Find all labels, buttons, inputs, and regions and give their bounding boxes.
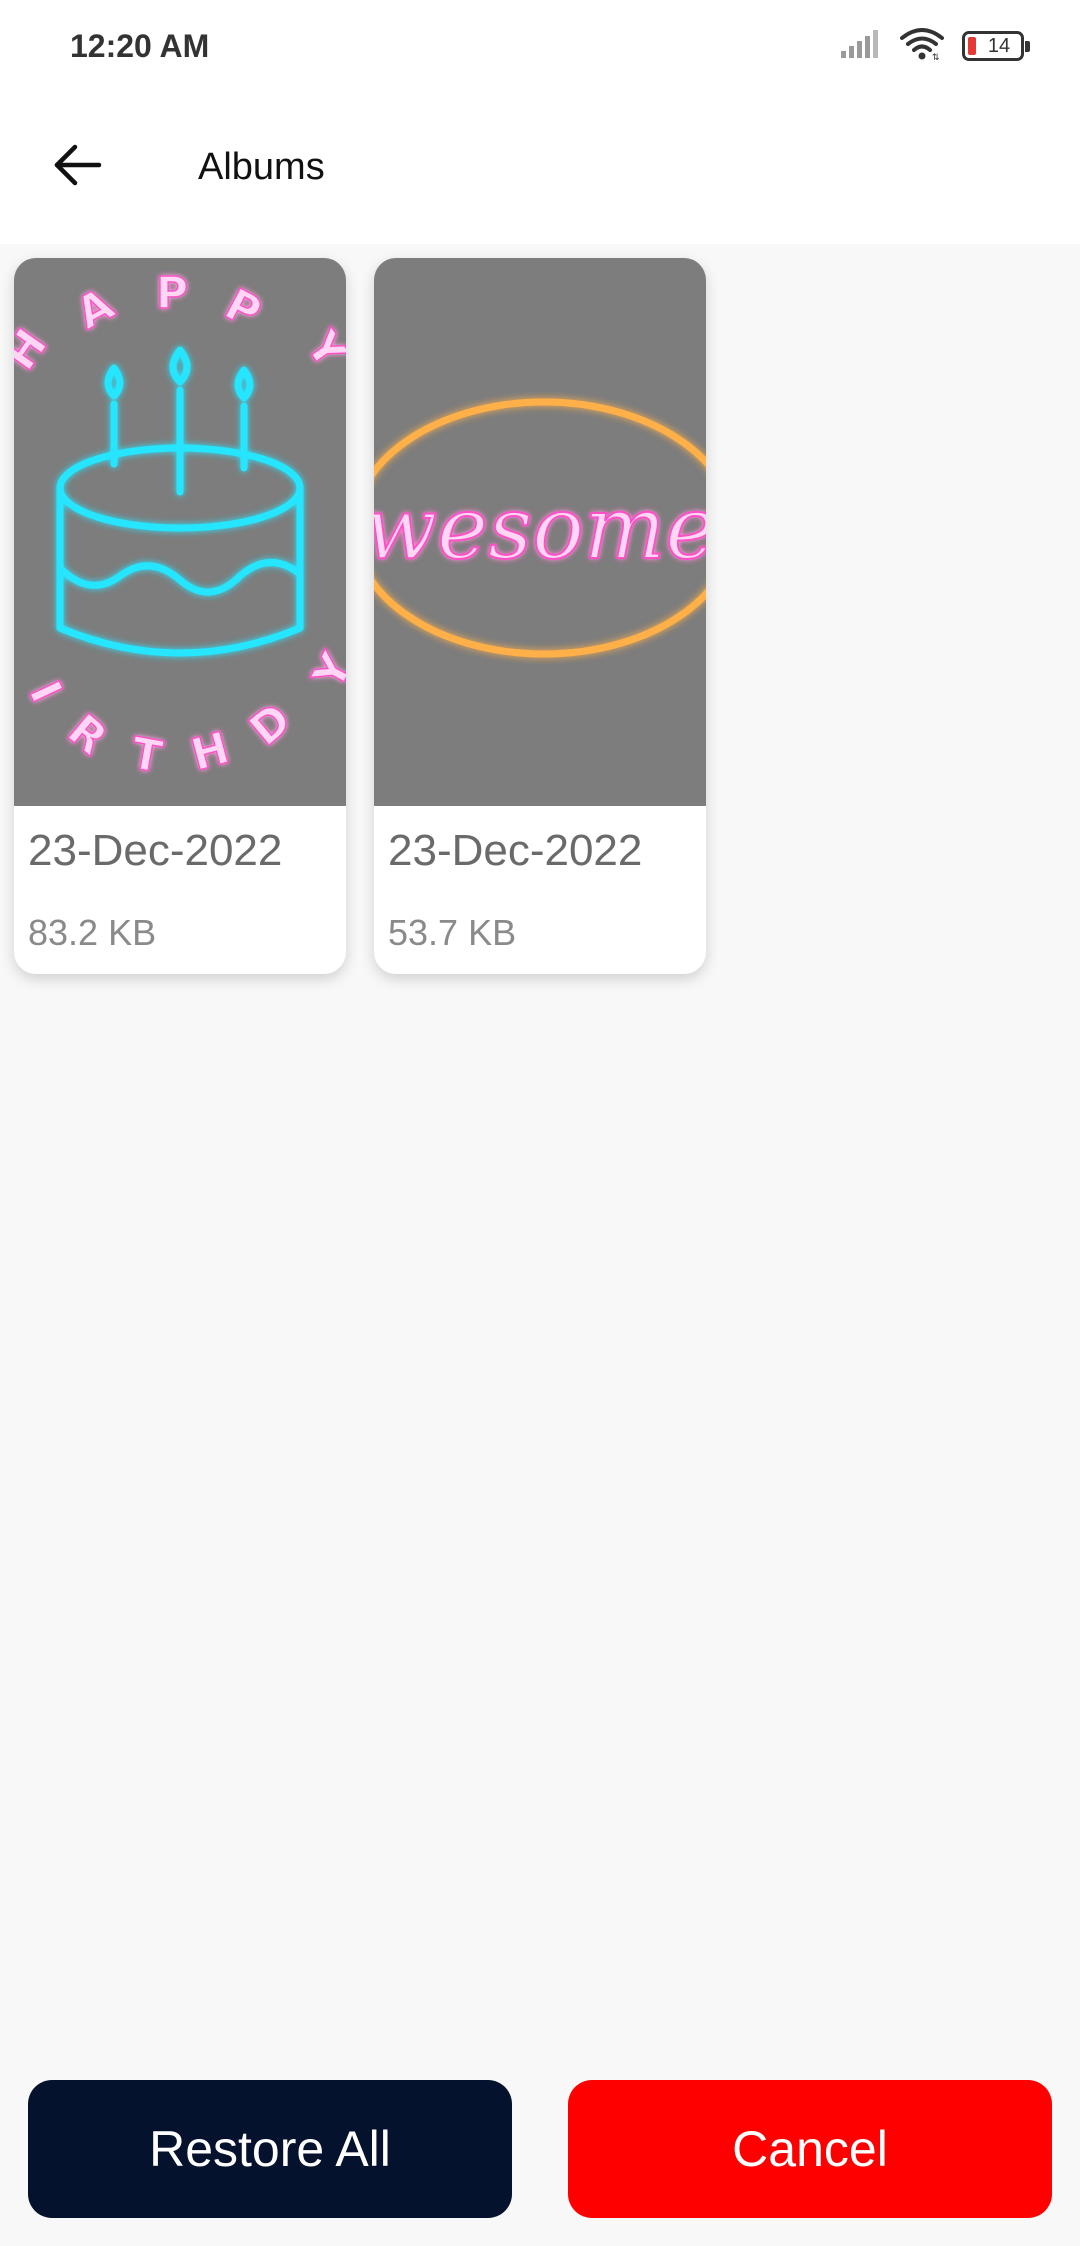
album-size: 53.7 KB — [388, 912, 517, 953]
status-icons: ⇅ 14 — [840, 26, 1030, 66]
page-title: Albums — [198, 146, 325, 188]
restore-all-button[interactable]: Restore All — [28, 2080, 512, 2218]
album-date: 23-Dec-2022 — [388, 826, 643, 875]
wifi-icon: ⇅ — [900, 27, 944, 66]
svg-text:Y: Y — [303, 644, 346, 698]
album-size: 83.2 KB — [28, 912, 157, 953]
svg-text:T: T — [127, 728, 165, 783]
battery-level-fill — [968, 37, 976, 55]
svg-text:Y: Y — [295, 321, 346, 378]
battery-icon: 14 — [962, 31, 1030, 61]
svg-text:H: H — [14, 320, 58, 379]
status-time: 12:20 AM — [70, 28, 210, 64]
album-thumbnail-happy-birthday: H A P P Y I R T H D Y — [14, 258, 346, 806]
signal-icon — [840, 29, 882, 64]
svg-text:H: H — [186, 723, 235, 782]
svg-text:⇅: ⇅ — [932, 53, 940, 61]
album-card-2[interactable]: wesome 23-Dec-2022 53.7 KB — [374, 258, 706, 974]
bottom-action-bar: Restore All Cancel — [0, 2080, 1080, 2220]
battery-level-text: 14 — [987, 35, 1011, 57]
battery-tip — [1025, 41, 1030, 52]
svg-text:I: I — [19, 674, 72, 710]
album-card-1[interactable]: H A P P Y I R T H D Y 23-Dec-2022 83.2 K… — [14, 258, 346, 974]
album-date: 23-Dec-2022 — [28, 826, 283, 875]
svg-text:D: D — [240, 694, 301, 757]
svg-text:R: R — [58, 704, 117, 765]
album-grid: H A P P Y I R T H D Y 23-Dec-2022 83.2 K… — [14, 258, 706, 974]
status-bar: 12:20 AM ⇅ 14 — [0, 0, 1080, 96]
album-thumbnail-awesome: wesome — [374, 258, 706, 806]
app-bar: Albums — [0, 96, 1080, 244]
svg-text:P: P — [156, 268, 188, 319]
arrow-left-icon — [51, 143, 103, 192]
svg-text:P: P — [217, 279, 269, 339]
back-button[interactable] — [42, 132, 112, 202]
svg-text:A: A — [68, 279, 122, 340]
thumbnail-text: wesome — [374, 479, 706, 579]
cancel-button[interactable]: Cancel — [568, 2080, 1052, 2218]
